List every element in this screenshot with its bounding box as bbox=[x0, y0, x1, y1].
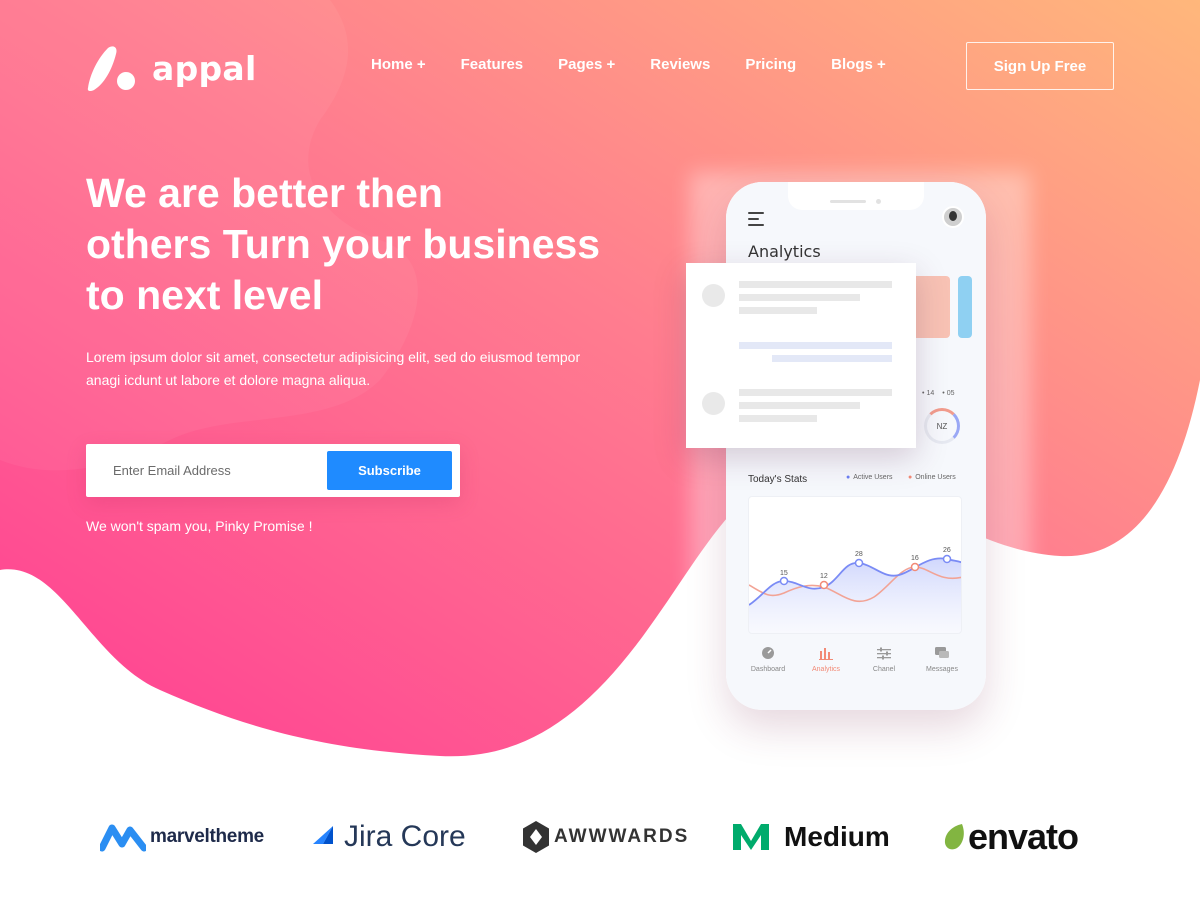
email-input[interactable] bbox=[98, 452, 318, 489]
point-label: 12 bbox=[820, 573, 828, 580]
subscribe-button[interactable]: Subscribe bbox=[327, 451, 452, 490]
placeholder-line bbox=[739, 342, 892, 349]
mini-legend-value: 14 bbox=[922, 390, 934, 397]
brand-label: marveltheme bbox=[150, 826, 264, 847]
brand-medium[interactable]: Medium bbox=[732, 808, 890, 866]
brand-logos: marveltheme Jira Core AWWWARDS Medium en… bbox=[0, 808, 1200, 868]
legend-active-users: Active Users bbox=[846, 474, 892, 481]
tab-label: Analytics bbox=[811, 666, 840, 673]
brand-label: Jira Core bbox=[344, 820, 466, 853]
nav-reviews[interactable]: Reviews bbox=[650, 56, 710, 73]
nav-home[interactable]: Home + bbox=[371, 56, 426, 73]
brand-label: Medium bbox=[784, 821, 890, 852]
data-point[interactable] bbox=[819, 580, 829, 590]
brand-label: envato bbox=[968, 816, 1079, 857]
spam-promise: We won't spam you, Pinky Promise ! bbox=[86, 518, 313, 534]
mini-legend: 14 05 bbox=[922, 390, 955, 397]
progress-ring: NZ bbox=[924, 408, 960, 444]
medium-logo-icon bbox=[732, 821, 770, 853]
tab-chanel[interactable]: Chanel bbox=[856, 640, 912, 684]
ring-label: NZ bbox=[936, 421, 948, 431]
awwwards-logo-icon bbox=[523, 821, 549, 853]
gauge-icon bbox=[762, 647, 774, 659]
placeholder-line bbox=[739, 402, 860, 409]
placeholder-line bbox=[739, 281, 892, 288]
point-label: 26 bbox=[943, 547, 951, 554]
main-menu: Home + Features Pages + Reviews Pricing … bbox=[371, 56, 921, 73]
data-point[interactable] bbox=[854, 558, 864, 568]
placeholder-line bbox=[739, 307, 817, 314]
stat-card bbox=[912, 276, 950, 338]
placeholder-line bbox=[739, 294, 860, 301]
tab-messages[interactable]: Messages bbox=[914, 640, 970, 684]
phone-notch bbox=[788, 182, 924, 210]
logo[interactable]: appal bbox=[86, 44, 257, 92]
nav-features[interactable]: Features bbox=[461, 56, 524, 73]
tab-analytics[interactable]: Analytics bbox=[798, 640, 854, 684]
brand-jira-core[interactable]: Jira Core bbox=[311, 808, 466, 866]
stats-title: Today's Stats bbox=[748, 474, 808, 485]
subtext-line-1: Lorem ipsum dolor sit amet, consectetur … bbox=[86, 349, 581, 365]
tab-label: Chanel bbox=[872, 666, 896, 673]
phone-page-title: Analytics bbox=[748, 242, 821, 261]
notch-speaker bbox=[830, 200, 866, 203]
brand-marveltheme[interactable]: marveltheme bbox=[100, 808, 264, 866]
notch-camera bbox=[876, 199, 881, 204]
sliders-icon bbox=[877, 647, 891, 660]
brand-envato[interactable]: envato bbox=[942, 808, 1079, 866]
hero-headline: We are better then others Turn your busi… bbox=[86, 168, 646, 321]
stats-chart: 15 12 28 16 26 bbox=[748, 496, 962, 634]
tab-dashboard[interactable]: Dashboard bbox=[740, 640, 796, 684]
subscribe-form: Subscribe bbox=[86, 444, 460, 497]
logo-text: appal bbox=[152, 48, 257, 88]
tab-label: Messages bbox=[926, 666, 958, 673]
floating-message-card bbox=[686, 263, 916, 448]
headline-line-2: others Turn your business bbox=[86, 221, 601, 267]
tab-label: Dashboard bbox=[750, 666, 786, 673]
point-label: 15 bbox=[780, 570, 788, 577]
headline-line-3: to next level bbox=[86, 272, 323, 318]
jira-logo-icon bbox=[313, 826, 333, 844]
phone-tabbar: Dashboard Analytics Chanel Messages bbox=[740, 640, 970, 684]
headline-line-1: We are better then bbox=[86, 170, 443, 216]
nav-pricing[interactable]: Pricing bbox=[745, 56, 796, 73]
marveltheme-logo-icon bbox=[100, 824, 146, 852]
data-point[interactable] bbox=[779, 576, 789, 586]
avatar[interactable] bbox=[942, 206, 964, 228]
nav-blogs[interactable]: Blogs + bbox=[831, 56, 886, 73]
point-label: 28 bbox=[855, 551, 863, 558]
navbar: appal Home + Features Pages + Reviews Pr… bbox=[0, 0, 1200, 130]
placeholder-line bbox=[772, 355, 892, 362]
brand-awwwards[interactable]: AWWWARDS bbox=[521, 808, 689, 866]
placeholder-line bbox=[739, 415, 817, 422]
bar-chart-icon bbox=[819, 648, 833, 660]
signup-button[interactable]: Sign Up Free bbox=[966, 42, 1114, 90]
logo-icon bbox=[87, 46, 135, 92]
chat-icon bbox=[935, 647, 949, 658]
data-point[interactable] bbox=[942, 554, 952, 564]
point-label: 16 bbox=[911, 555, 919, 562]
nav-pages[interactable]: Pages + bbox=[558, 56, 615, 73]
placeholder-avatar bbox=[702, 284, 725, 307]
placeholder-avatar bbox=[702, 392, 725, 415]
stats-chart-svg: 15 12 28 16 26 bbox=[749, 547, 961, 633]
stat-card bbox=[958, 276, 972, 338]
subtext-line-2: anagi icdunt ut labore et dolore magna a… bbox=[86, 372, 371, 388]
mini-legend-value: 05 bbox=[942, 390, 955, 397]
envato-leaf-icon bbox=[944, 824, 964, 850]
brand-label: AWWWARDS bbox=[554, 826, 690, 847]
placeholder-line bbox=[739, 389, 892, 396]
data-point[interactable] bbox=[910, 562, 920, 572]
hamburger-icon[interactable] bbox=[748, 212, 764, 230]
legend-online-users: Online Users bbox=[908, 474, 955, 481]
hero-subtext: Lorem ipsum dolor sit amet, consectetur … bbox=[86, 346, 606, 392]
